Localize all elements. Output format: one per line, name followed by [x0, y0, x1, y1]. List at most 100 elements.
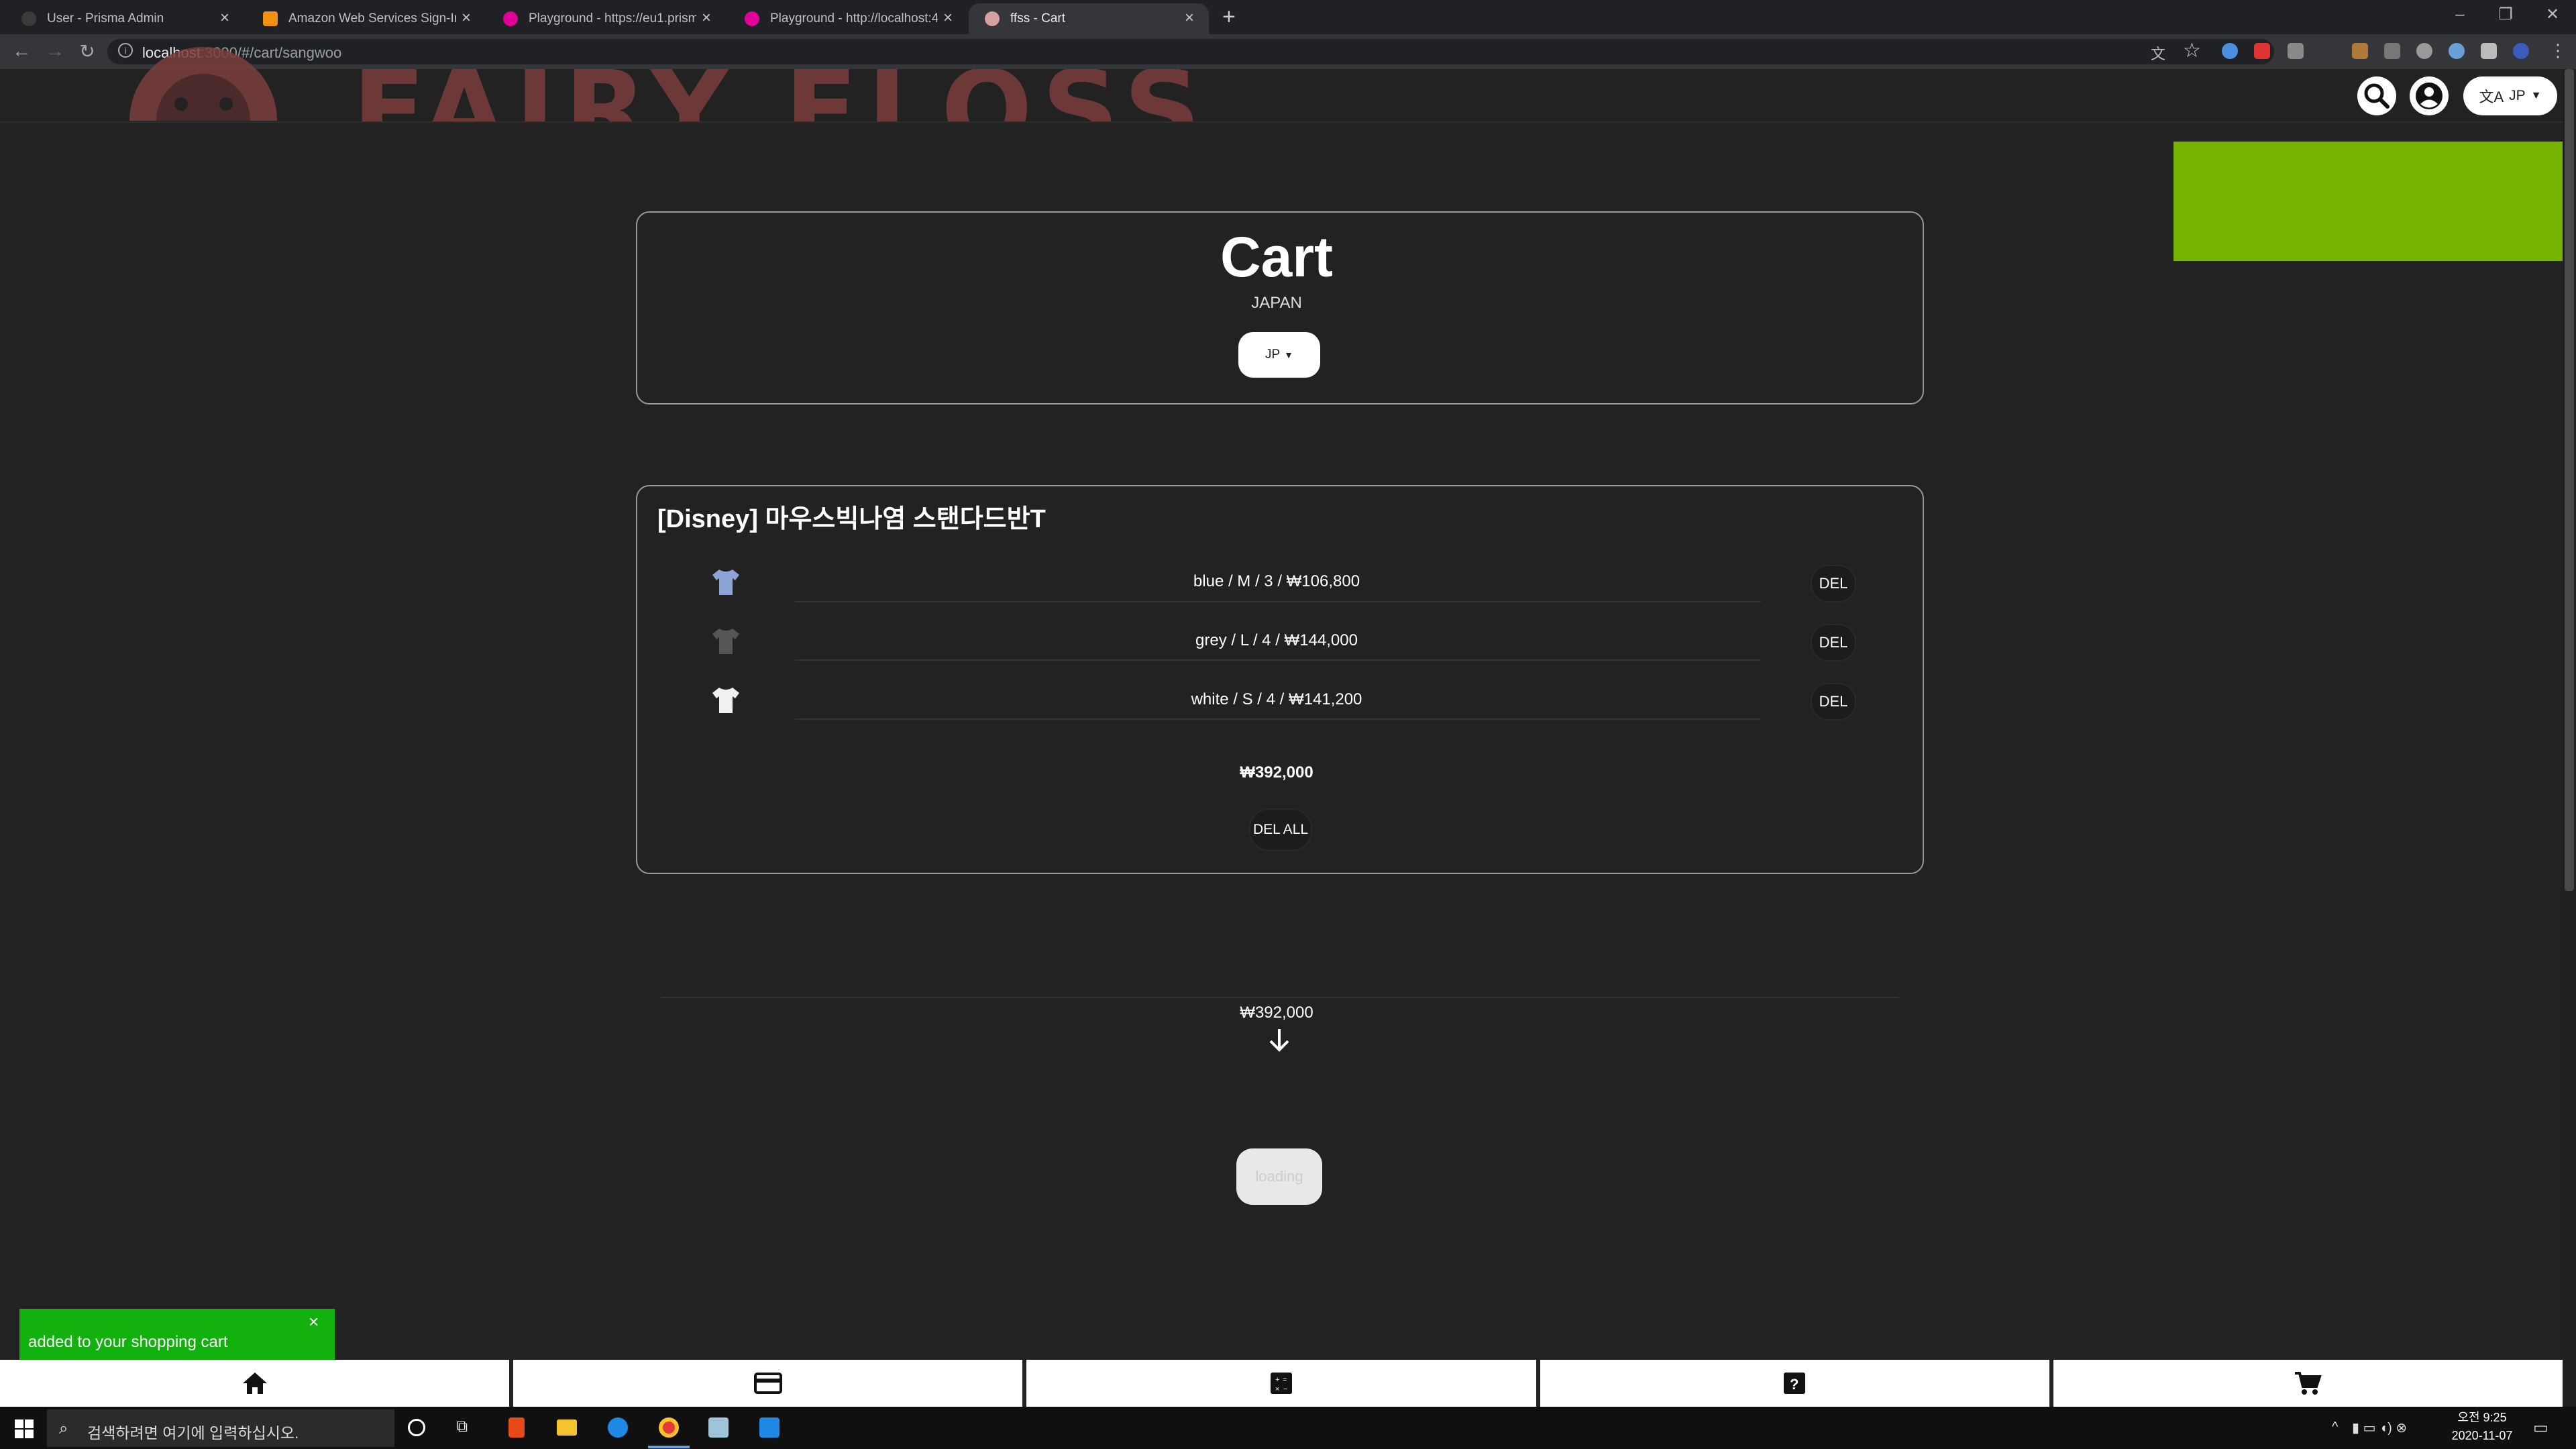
svg-text:−: − — [1283, 1385, 1287, 1393]
product-name: [Disney] 마우스빅나염 스탠다드반T — [657, 505, 1046, 533]
cart-icon — [2295, 1372, 2322, 1395]
checkout-button[interactable]: loading — [1236, 1148, 1322, 1205]
nav-help[interactable]: ? — [1540, 1360, 2049, 1407]
account-button[interactable] — [2410, 76, 2449, 115]
translate-page-icon[interactable]: 文 — [2151, 42, 2165, 64]
notification-center-icon[interactable]: ▭ — [2533, 1418, 2548, 1438]
bookmark-star-icon[interactable]: ☆ — [2183, 39, 2201, 62]
checkout-label: loading — [1255, 1168, 1303, 1185]
site-logo[interactable]: FAIRY FLOSS — [352, 69, 1358, 121]
tab-close-icon[interactable]: × — [943, 9, 953, 28]
app-icon[interactable] — [708, 1417, 729, 1438]
nav-home[interactable] — [0, 1360, 510, 1407]
tab-title: User - Prisma Admin — [47, 11, 164, 25]
clock-time: 오전 9:25 — [2457, 1411, 2507, 1424]
clock-date: 2020-11-07 — [2451, 1429, 2513, 1442]
language-label: JP — [2509, 88, 2526, 103]
currency-select[interactable]: JP ▼ — [1238, 332, 1320, 378]
toast-message: added to your shopping cart — [28, 1333, 228, 1351]
tab-close-icon[interactable]: × — [462, 9, 471, 28]
task-view-icon[interactable]: ⧉ — [456, 1417, 476, 1438]
row-divider — [795, 718, 1761, 720]
bottom-nav: + = × − ? — [0, 1360, 2563, 1407]
delete-all-label: DEL ALL — [1252, 822, 1309, 837]
row-divider — [795, 601, 1761, 602]
arrow-down-icon — [1267, 1026, 1292, 1053]
back-icon[interactable]: ← — [8, 40, 35, 62]
calculator-icon: + = × − — [1271, 1373, 1292, 1394]
delete-label: DEL — [1819, 634, 1848, 651]
site-logo-mascot[interactable] — [111, 47, 299, 121]
extension-icon[interactable] — [2384, 43, 2400, 59]
chrome-icon[interactable] — [659, 1417, 679, 1438]
taskbar-clock[interactable]: 오전 9:25 2020-11-07 — [2435, 1409, 2529, 1445]
search-icon — [2364, 83, 2390, 109]
file-explorer-icon[interactable] — [557, 1419, 577, 1436]
browser-tab-4[interactable]: Playground - http://localhost:40 × — [729, 3, 967, 34]
office-icon[interactable] — [508, 1417, 525, 1438]
browser-tab-2[interactable]: Amazon Web Services Sign-In × — [247, 3, 486, 34]
extension-icon[interactable] — [2416, 43, 2432, 59]
edge-icon[interactable] — [608, 1417, 628, 1438]
restore-icon[interactable]: ❐ — [2482, 0, 2529, 30]
account-icon — [2416, 83, 2443, 109]
toast-close-icon[interactable]: × — [309, 1311, 319, 1332]
delete-all-button[interactable]: DEL ALL — [1249, 808, 1312, 851]
extension-icon[interactable] — [2222, 43, 2238, 59]
graphql-favicon-icon — [745, 11, 759, 26]
search-icon: ⌕ — [59, 1419, 68, 1438]
taskbar-search-placeholder: 검색하려면 여기에 입력하십시오. — [87, 1424, 299, 1442]
scrollbar-thumb[interactable] — [2565, 69, 2574, 891]
translate-icon: 文A — [2479, 89, 2504, 105]
browser-tab-3[interactable]: Playground - https://eu1.prisma × — [487, 3, 726, 34]
credit-card-icon — [753, 1373, 782, 1394]
chevron-down-icon: ▼ — [1284, 350, 1294, 360]
extension-icon[interactable] — [2254, 43, 2270, 59]
extension-icon[interactable] — [2352, 43, 2368, 59]
windows-start-icon[interactable] — [15, 1419, 34, 1438]
delete-label: DEL — [1819, 693, 1848, 710]
active-app-indicator — [648, 1446, 690, 1448]
reload-icon[interactable]: ↻ — [74, 40, 101, 62]
new-tab-icon[interactable]: + — [1222, 4, 1236, 30]
tab-close-icon[interactable]: × — [702, 9, 711, 28]
browser-menu-icon[interactable]: ⋮ — [2549, 40, 2567, 61]
nav-calculator[interactable]: + = × − — [1026, 1360, 1536, 1407]
vscode-icon[interactable] — [759, 1417, 780, 1438]
tab-title: ffss - Cart — [1010, 11, 1065, 25]
delete-row-button[interactable]: DEL — [1811, 624, 1856, 661]
extensions-puzzle-icon[interactable] — [2481, 43, 2497, 59]
svg-text:+: + — [1275, 1376, 1279, 1384]
browser-tab-1[interactable]: User - Prisma Admin × — [5, 3, 244, 34]
profile-avatar[interactable] — [2513, 43, 2529, 59]
tab-title: Playground - http://localhost:40 — [770, 11, 938, 25]
cart-row-text: grey / L / 4 / ₩144,000 — [1195, 631, 1358, 649]
nav-cart[interactable] — [2053, 1360, 2563, 1407]
prisma-favicon-icon — [21, 11, 36, 26]
delete-row-button[interactable]: DEL — [1811, 683, 1856, 720]
aws-favicon-icon — [263, 11, 278, 26]
tab-title: Playground - https://eu1.prisma — [529, 11, 696, 25]
browser-tab-active[interactable]: ffss - Cart × — [969, 3, 1209, 34]
language-button[interactable]: 文A JP ▼ — [2463, 76, 2557, 115]
cart-row-text: blue / M / 3 / ₩106,800 — [1193, 572, 1360, 590]
total-divider — [661, 997, 1899, 998]
tray-icons[interactable]: ▮ ▭ ◖) ⊗ — [2352, 1419, 2407, 1436]
tray-expand-icon[interactable]: ^ — [2332, 1419, 2338, 1435]
page-title: Cart — [1220, 225, 1334, 288]
extension-icon[interactable] — [2449, 43, 2465, 59]
svg-text:?: ? — [1790, 1376, 1799, 1393]
minimize-icon[interactable]: – — [2436, 0, 2483, 30]
tab-close-icon[interactable]: × — [1185, 9, 1194, 28]
cart-total: ₩392,000 — [1240, 1004, 1313, 1022]
forward-icon[interactable]: → — [42, 40, 68, 62]
delete-row-button[interactable]: DEL — [1811, 565, 1856, 602]
tab-title: Amazon Web Services Sign-In — [288, 11, 456, 25]
address-bar[interactable] — [107, 39, 2274, 64]
search-button[interactable] — [2357, 76, 2396, 115]
nav-payment[interactable] — [513, 1360, 1023, 1407]
cortana-icon[interactable] — [408, 1419, 425, 1436]
tab-close-icon[interactable]: × — [220, 9, 229, 28]
extension-icon[interactable] — [2288, 43, 2304, 59]
window-close-icon[interactable]: ✕ — [2529, 0, 2576, 30]
